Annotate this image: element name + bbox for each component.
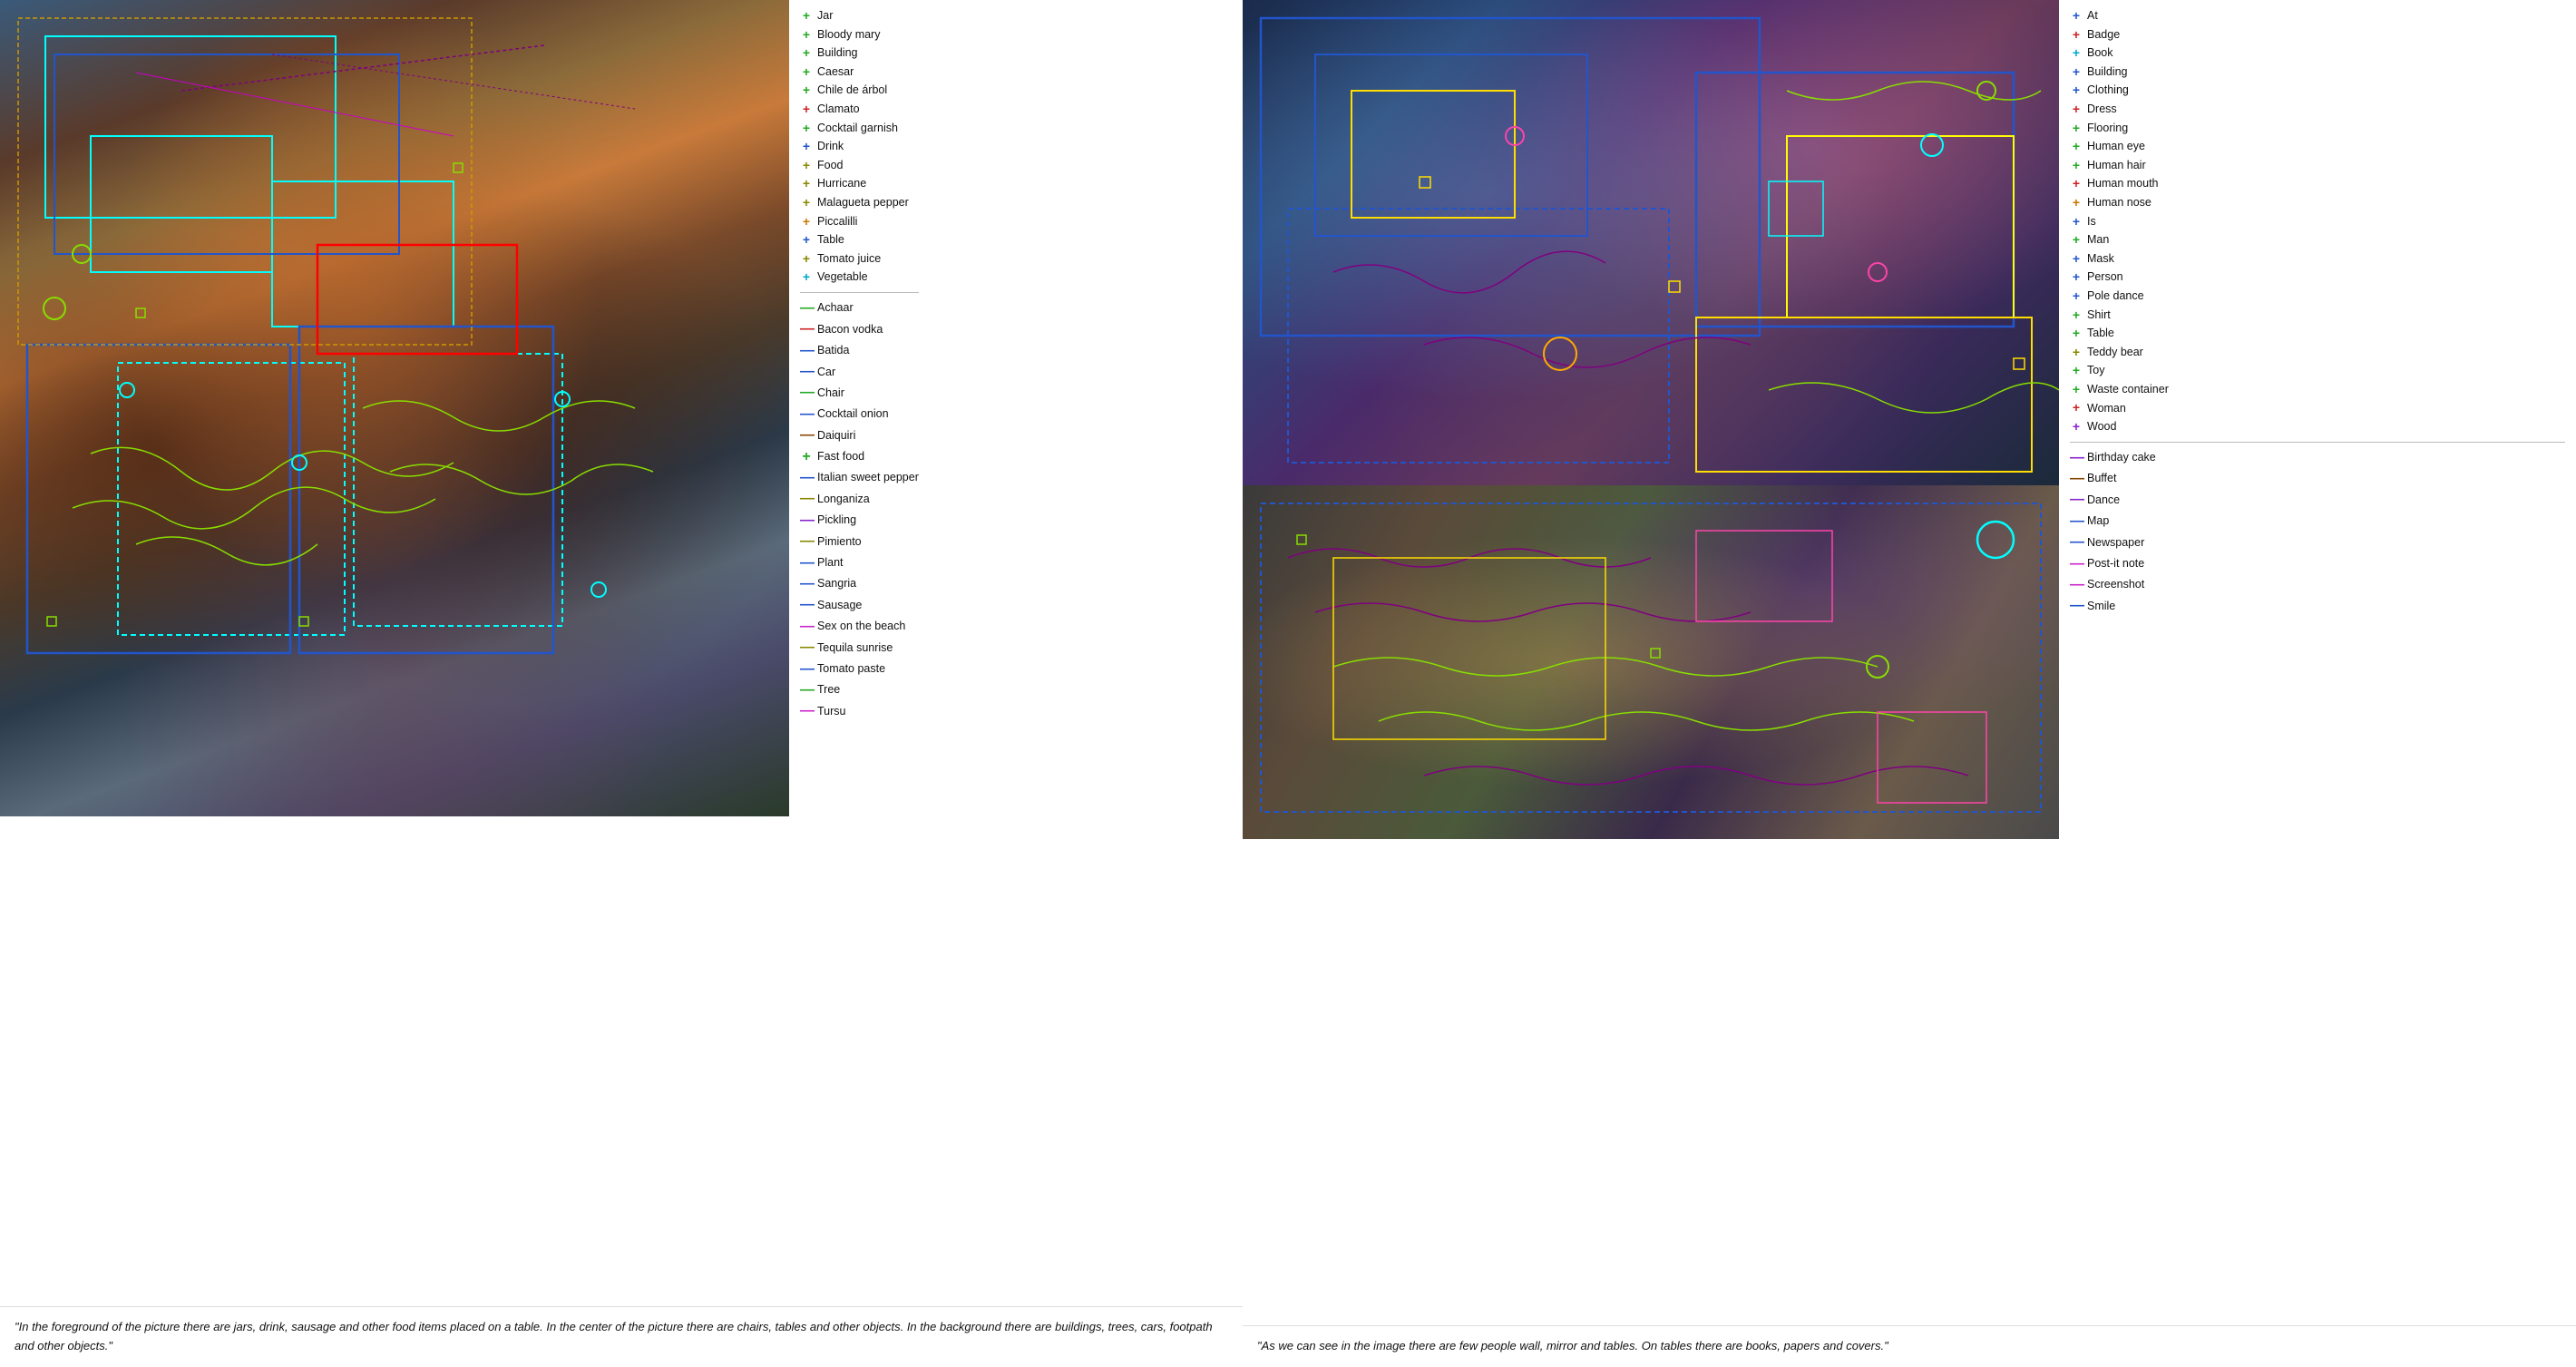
left-annotations [0, 0, 789, 816]
legend-item: +Human eye [2070, 138, 2565, 156]
legend-item: —Daiquiri [800, 425, 919, 445]
legend-item: +Hurricane [800, 175, 919, 193]
legend-item: —Bacon vodka [800, 319, 919, 339]
legend-item: +Table [2070, 325, 2565, 343]
legend-item: +Clamato [800, 101, 919, 119]
legend-item: +Flooring [2070, 120, 2565, 138]
legend-item: —Chair [800, 383, 919, 403]
legend-item: —Italian sweet pepper [800, 468, 919, 488]
legend-item: +Tomato juice [800, 250, 919, 269]
right-top-annotations [1243, 0, 2059, 485]
legend-item: —Smile [2070, 596, 2565, 616]
legend-item: +Dress [2070, 101, 2565, 119]
legend-item: —Tequila sunrise [800, 638, 919, 658]
legend-item: +Shirt [2070, 307, 2565, 325]
left-legend: +Jar +Bloody mary +Building +Caesar +Chi… [789, 0, 1243, 1306]
legend-item: +Fast food [800, 447, 919, 467]
legend-item: +Man [2070, 231, 2565, 249]
legend-item: —Tomato paste [800, 659, 919, 679]
legend-item: +Drink [800, 138, 919, 156]
legend-item: —Cocktail onion [800, 405, 919, 425]
legend-item: —Plant [800, 553, 919, 573]
legend-item: +Pole dance [2070, 288, 2565, 306]
legend-item: +Mask [2070, 250, 2565, 269]
legend-item: —Screenshot [2070, 575, 2565, 595]
legend-item: —Sex on the beach [800, 617, 919, 637]
left-caption: "In the foreground of the picture there … [0, 1306, 1243, 1367]
legend-item: —Map [2070, 512, 2565, 532]
legend-item: —Tursu [800, 701, 919, 721]
legend-item: +Book [2070, 44, 2565, 63]
legend-item: +Wood [2070, 418, 2565, 436]
legend-item: +Is [2070, 213, 2565, 231]
legend-item: +Malagueta pepper [800, 194, 919, 212]
right-bottom-annotations [1243, 485, 2059, 839]
legend-item: —Achaar [800, 298, 919, 318]
legend-item: +Vegetable [800, 269, 919, 287]
legend-item: —Car [800, 362, 919, 382]
legend-item: +Person [2070, 269, 2565, 287]
legend-col-1: +Jar +Bloody mary +Building +Caesar +Chi… [800, 7, 919, 722]
legend-item: +Teddy bear [2070, 344, 2565, 362]
legend-item: +Clothing [2070, 82, 2565, 100]
legend-item: +Woman [2070, 399, 2565, 417]
legend-item: —Newspaper [2070, 532, 2565, 552]
legend-item: +Chile de árbol [800, 82, 919, 100]
legend-item: —Post-it note [2070, 554, 2565, 574]
right-bottom-image [1243, 485, 2059, 839]
legend-item: +At [2070, 7, 2565, 25]
legend-item: +Cocktail garnish [800, 120, 919, 138]
legend-item: +Human hair [2070, 157, 2565, 175]
legend-item: +Human mouth [2070, 175, 2565, 193]
legend-item: +Food [800, 157, 919, 175]
right-caption: "As we can see in the image there are fe… [1243, 1325, 2576, 1367]
legend-item: +Building [800, 44, 919, 63]
right-top-image [1243, 0, 2059, 485]
legend-item: +Caesar [800, 63, 919, 82]
legend-item: —Pickling [800, 511, 919, 531]
legend-item: —Batida [800, 341, 919, 361]
legend-item: —Longaniza [800, 489, 919, 509]
legend-item: —Sausage [800, 595, 919, 615]
right-legend: +At +Badge +Book +Building +Clothing +Dr… [2059, 0, 2576, 1325]
left-image [0, 0, 789, 816]
legend-item: +Table [800, 231, 919, 249]
legend-item: —Buffet [2070, 469, 2565, 489]
legend-item: +Human nose [2070, 194, 2565, 212]
legend-item: +Toy [2070, 362, 2565, 380]
legend-item: +Building [2070, 63, 2565, 82]
legend-item: +Bloody mary [800, 26, 919, 44]
legend-item: +Badge [2070, 26, 2565, 44]
legend-item: —Birthday cake [2070, 448, 2565, 468]
legend-item: +Waste container [2070, 381, 2565, 399]
legend-item: —Pimiento [800, 532, 919, 552]
legend-item: —Dance [2070, 490, 2565, 510]
legend-item: +Jar [800, 7, 919, 25]
legend-item: —Sangria [800, 574, 919, 594]
legend-item: —Tree [800, 680, 919, 700]
legend-item: +Piccalilli [800, 213, 919, 231]
